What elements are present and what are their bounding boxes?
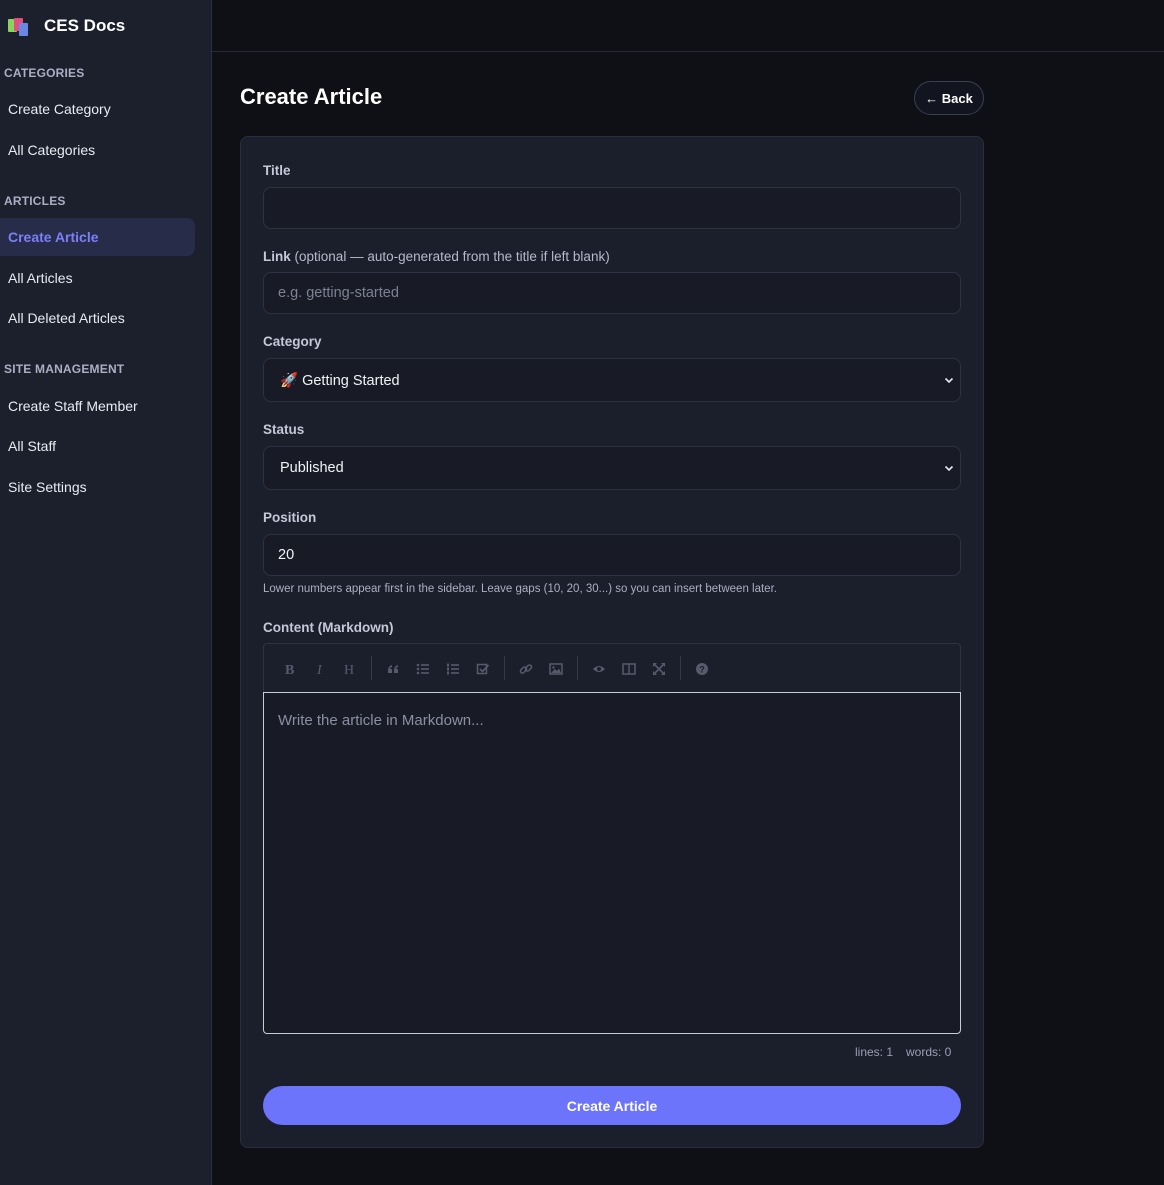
link-input[interactable]: e.g. getting-started: [263, 272, 961, 314]
status-label: Status: [263, 422, 305, 437]
position-hint: Lower numbers appear first in the sideba…: [263, 583, 777, 595]
create-article-button[interactable]: Create Article: [263, 1086, 961, 1125]
sidebar-item-create-category[interactable]: Create Category: [0, 90, 195, 128]
section-title-categories: CATEGORIES: [4, 66, 85, 80]
sidebar-item-all-categories[interactable]: All Categories: [0, 131, 195, 169]
brand-name: CES Docs: [44, 16, 126, 35]
category-selected-value: 🚀 Getting Started: [280, 372, 400, 389]
unordered-list-icon[interactable]: [415, 661, 431, 677]
sidebar-item-all-articles[interactable]: All Articles: [0, 259, 195, 297]
toolbar-separator: [577, 656, 578, 680]
status-select[interactable]: Published: [263, 446, 961, 490]
section-title-articles: ARTICLES: [4, 194, 66, 208]
side-by-side-icon[interactable]: [621, 661, 637, 677]
status-selected-value: Published: [280, 460, 344, 476]
sidebar-item-create-staff-member[interactable]: Create Staff Member: [0, 387, 195, 425]
chevron-down-icon: [944, 465, 954, 472]
brand[interactable]: CES Docs: [8, 14, 125, 38]
position-input[interactable]: 20: [263, 534, 961, 576]
svg-text:I: I: [316, 663, 323, 676]
content-label: Content (Markdown): [263, 620, 394, 635]
word-count: words: 0: [906, 1045, 952, 1059]
sidebar-item-create-article[interactable]: Create Article: [0, 218, 195, 256]
bold-icon[interactable]: B: [282, 661, 298, 677]
fullscreen-icon[interactable]: [651, 661, 667, 677]
link-icon[interactable]: [518, 661, 534, 677]
position-label: Position: [263, 510, 317, 525]
checklist-icon[interactable]: [475, 661, 491, 677]
link-label: Link (optional — auto-generated from the…: [263, 249, 610, 264]
quote-icon[interactable]: [385, 661, 401, 677]
markdown-toolbar: B I H ?: [263, 643, 961, 693]
italic-icon[interactable]: I: [312, 661, 328, 677]
preview-icon[interactable]: [591, 661, 607, 677]
markdown-editor[interactable]: Write the article in Markdown...: [263, 692, 961, 1034]
link-label-note: (optional — auto-generated from the titl…: [294, 249, 610, 264]
title-label: Title: [263, 163, 291, 178]
image-icon[interactable]: [548, 661, 564, 677]
heading-icon[interactable]: H: [342, 661, 358, 677]
category-label: Category: [263, 334, 322, 349]
svg-text:B: B: [285, 663, 294, 676]
svg-text:?: ?: [699, 665, 705, 675]
title-input[interactable]: [263, 187, 961, 229]
sidebar-item-all-deleted-articles[interactable]: All Deleted Articles: [0, 299, 195, 337]
position-input-value: 20: [278, 547, 295, 563]
chevron-down-icon: [944, 377, 954, 384]
ordered-list-icon[interactable]: [445, 661, 461, 677]
toolbar-separator: [680, 656, 681, 680]
books-logo-icon: [8, 15, 30, 37]
link-label-text: Link: [263, 249, 291, 264]
category-select[interactable]: 🚀 Getting Started: [263, 358, 961, 402]
sidebar-item-all-staff[interactable]: All Staff: [0, 427, 195, 465]
back-button[interactable]: ← Back: [914, 81, 984, 115]
toolbar-separator: [371, 656, 372, 680]
sidebar: CES Docs CATEGORIES Create Category All …: [0, 0, 212, 1185]
section-title-site-management: SITE MANAGEMENT: [4, 362, 125, 376]
page-title: Create Article: [240, 84, 383, 109]
sidebar-item-site-settings[interactable]: Site Settings: [0, 468, 195, 506]
line-count: lines: 1: [855, 1045, 894, 1059]
svg-text:H: H: [344, 663, 354, 676]
help-icon[interactable]: ?: [694, 661, 710, 677]
top-bar: [212, 0, 1164, 52]
link-input-placeholder: e.g. getting-started: [278, 285, 399, 301]
toolbar-separator: [504, 656, 505, 680]
editor-placeholder: Write the article in Markdown...: [278, 712, 484, 729]
